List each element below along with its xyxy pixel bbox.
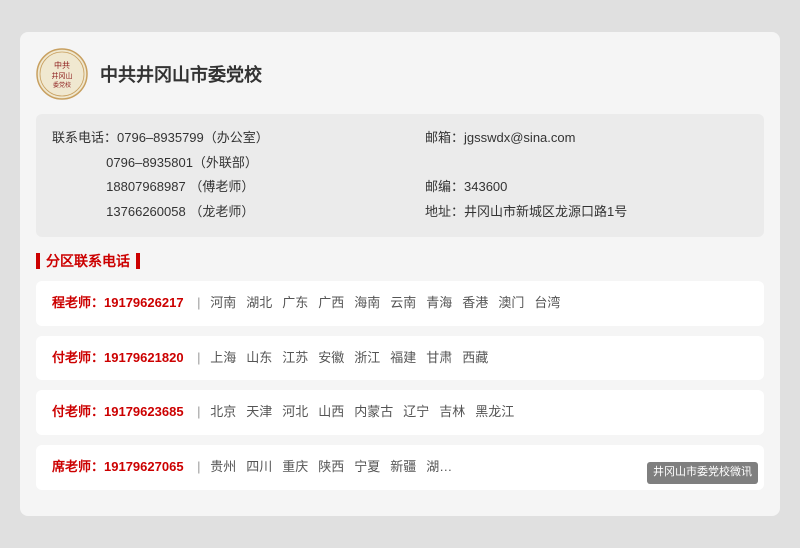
phone-2-num: 19179621820 [104, 350, 184, 365]
contact-card-4: 席老师：19179627065 | 贵州四川重庆陕西宁夏新疆湖… 井冈山市委党校… [36, 445, 764, 490]
svg-text:井冈山: 井冈山 [52, 71, 73, 80]
phone-row-4: 13766260058 （龙老师） [52, 200, 375, 225]
contact-list: 程老师：19179626217 | 河南湖北广东广西海南云南青海香港澳门台湾 付… [36, 281, 764, 490]
zipcode-row: 邮编：343600 [425, 175, 748, 200]
main-container: 中共 井冈山 委党校 中共井冈山市委党校 联系电话：0796–8935799（办… [20, 32, 780, 516]
phone-1: 19179626217 [104, 295, 184, 310]
section-title-text: 分区联系电话 [46, 251, 130, 271]
svg-text:中共: 中共 [54, 60, 70, 70]
header: 中共 井冈山 委党校 中共井冈山市委党校 [36, 48, 764, 100]
teacher-4: 席老师： [52, 459, 104, 474]
phone-4-num: 19179627065 [104, 459, 184, 474]
email-row: 邮箱：jgsswdx@sina.com [425, 126, 748, 151]
teacher-2: 付老师： [52, 350, 104, 365]
regions-1: 河南湖北广东广西海南云南青海香港澳门台湾 [210, 295, 570, 310]
contact-card-1: 程老师：19179626217 | 河南湖北广东广西海南云南青海香港澳门台湾 [36, 281, 764, 326]
watermark: 井冈山市委党校微讯 [647, 462, 758, 484]
phone-row-1: 联系电话：0796–8935799（办公室） [52, 126, 375, 151]
teacher-1: 程老师： [52, 295, 104, 310]
zipcode-label: 邮编：343600 [425, 179, 507, 194]
divider-3: | [197, 404, 200, 419]
phone-row-3: 18807968987 （傅老师） [52, 175, 375, 200]
divider-1: | [197, 295, 200, 310]
contact-label: 联系电话：0796–8935799（办公室） [52, 130, 269, 145]
phone-row-2: 0796–8935801（外联部） [52, 151, 375, 176]
phone-3: 18807968987 （傅老师） [52, 179, 254, 194]
contact-card-2: 付老师：19179621820 | 上海山东江苏安徽浙江福建甘肃西藏 [36, 336, 764, 381]
divider-2: | [197, 350, 200, 365]
svg-text:委党校: 委党校 [53, 81, 71, 89]
email-label: 邮箱：jgsswdx@sina.com [425, 130, 575, 145]
address-row: 地址：井冈山市新城区龙源口路1号 [425, 200, 748, 225]
regions-2: 上海山东江苏安徽浙江福建甘肃西藏 [210, 350, 498, 365]
spacer-row [425, 151, 748, 176]
address-label: 地址：井冈山市新城区龙源口路1号 [425, 204, 627, 219]
section-title: 分区联系电话 [36, 251, 764, 271]
regions-4: 贵州四川重庆陕西宁夏新疆湖… [210, 459, 462, 474]
org-name: 中共井冈山市委党校 [100, 61, 262, 87]
regions-3: 北京天津河北山西内蒙古辽宁吉林黑龙江 [210, 404, 524, 419]
title-bar-right [136, 253, 140, 269]
info-section: 联系电话：0796–8935799（办公室） 0796–8935801（外联部）… [36, 114, 764, 237]
teacher-3: 付老师： [52, 404, 104, 419]
contact-card-3: 付老师：19179623685 | 北京天津河北山西内蒙古辽宁吉林黑龙江 [36, 390, 764, 435]
phone-4: 13766260058 （龙老师） [52, 204, 254, 219]
info-right: 邮箱：jgsswdx@sina.com 邮编：343600 地址：井冈山市新城区… [395, 126, 748, 225]
logo-icon: 中共 井冈山 委党校 [36, 48, 88, 100]
title-bar-left [36, 253, 40, 269]
phone-2: 0796–8935801（外联部） [52, 155, 258, 170]
phone-3-num: 19179623685 [104, 404, 184, 419]
info-left: 联系电话：0796–8935799（办公室） 0796–8935801（外联部）… [52, 126, 375, 225]
divider-4: | [197, 459, 200, 474]
